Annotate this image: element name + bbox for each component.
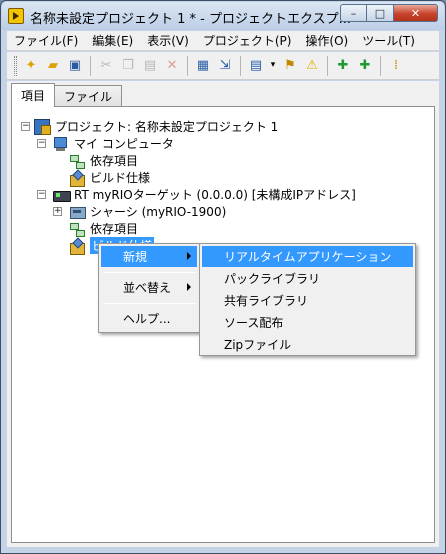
tree-item-rt-target[interactable]: RT myRIOターゲット (0.0.0.0) [未構成IPアドレス] bbox=[53, 186, 356, 203]
tree-item-dependencies[interactable]: 依存項目 bbox=[69, 152, 138, 169]
tree-item-label: マイ コンピュータ bbox=[74, 137, 174, 151]
tree-item-label: 依存項目 bbox=[90, 154, 139, 168]
context-menu-label: 新規 bbox=[123, 250, 148, 264]
close-button[interactable]: ✕ bbox=[394, 4, 438, 22]
minimize-button[interactable]: – bbox=[340, 4, 367, 22]
project-explorer-window: 名称未設定プロジェクト 1 * - プロジェクトエクスプ... – □ ✕ ファ… bbox=[0, 0, 446, 554]
build-specs-icon bbox=[69, 170, 85, 187]
context-menu-new[interactable]: 新規 bbox=[101, 246, 197, 267]
dependencies-icon bbox=[69, 221, 85, 237]
tree-item-label: RT myRIOターゲット (0.0.0.0) [未構成IPアドレス] bbox=[74, 188, 356, 202]
toolbar-grip[interactable] bbox=[14, 55, 17, 76]
tree-item-label: シャーシ (myRIO-1900) bbox=[90, 205, 227, 219]
paste-icon[interactable]: ▤ bbox=[140, 56, 160, 76]
chassis-icon bbox=[69, 204, 86, 220]
menu-edit[interactable]: 編集(E) bbox=[85, 32, 140, 49]
new-submenu: リアルタイムアプリケーション パックライブラリ 共有ライブラリ ソース配布 Zi… bbox=[199, 243, 416, 356]
tree-item-project[interactable]: プロジェクト: 名称未設定プロジェクト 1 bbox=[34, 118, 278, 135]
open-icon[interactable]: ▰ bbox=[43, 56, 63, 76]
menu-bar: ファイル(F) 編集(E) 表示(V) プロジェクト(P) 操作(O) ツール(… bbox=[7, 31, 439, 51]
window-controls: – □ ✕ bbox=[340, 4, 438, 22]
submenu-shared-library[interactable]: 共有ライブラリ bbox=[202, 290, 413, 311]
build-icon[interactable]: ▦ bbox=[193, 56, 213, 76]
warning-icon[interactable]: ⚠ bbox=[302, 56, 322, 76]
copy-icon[interactable]: ❐ bbox=[118, 56, 138, 76]
tree-item-build-specs[interactable]: ビルド仕様 bbox=[69, 169, 151, 187]
tree-item-label: ビルド仕様 bbox=[90, 171, 151, 185]
context-menu-label: 並べ替え bbox=[123, 281, 172, 295]
menu-view[interactable]: 表示(V) bbox=[140, 32, 196, 49]
cut-icon[interactable]: ✂ bbox=[96, 56, 116, 76]
maximize-button[interactable]: □ bbox=[367, 4, 394, 22]
toolbar-separator bbox=[90, 55, 91, 76]
tab-files[interactable]: ファイル bbox=[54, 85, 123, 107]
add-folder-icon[interactable]: ✚ bbox=[355, 56, 375, 76]
context-menu-help[interactable]: ヘルプ... bbox=[101, 308, 197, 329]
submenu-label: Zipファイル bbox=[224, 338, 292, 352]
context-menu-label: ヘルプ... bbox=[123, 312, 171, 326]
tree-item-label: プロジェクト: 名称未設定プロジェクト 1 bbox=[55, 120, 279, 134]
submenu-label: パックライブラリ bbox=[224, 272, 321, 286]
context-menu: 新規 並べ替え ヘルプ... bbox=[98, 243, 200, 333]
toolbar: ✦ ▰ ▣ ✂ ❐ ▤ ✕ ▦ ⇲ ▤ ▾ ⚑ ⚠ ✚ ✚ ⁞ bbox=[7, 52, 439, 80]
menu-file[interactable]: ファイル(F) bbox=[7, 32, 85, 49]
menu-tools[interactable]: ツール(T) bbox=[355, 32, 422, 49]
dropdown-icon[interactable]: ▾ bbox=[268, 56, 278, 76]
submenu-arrow-icon bbox=[187, 252, 191, 260]
build-specs-icon bbox=[69, 238, 85, 255]
menu-separator bbox=[103, 303, 195, 304]
add-icon[interactable]: ✚ bbox=[333, 56, 353, 76]
tree-item-rt-dependencies[interactable]: 依存項目 bbox=[69, 220, 138, 237]
deploy-icon[interactable]: ⇲ bbox=[215, 56, 235, 76]
collapse-toggle[interactable]: − bbox=[21, 122, 30, 131]
collapse-toggle[interactable]: − bbox=[37, 139, 46, 148]
resolve-icon[interactable]: ⚑ bbox=[280, 56, 300, 76]
tree-item-label: 依存項目 bbox=[90, 222, 139, 236]
more-icon[interactable]: ⁞ bbox=[386, 56, 406, 76]
submenu-label: 共有ライブラリ bbox=[224, 294, 309, 308]
project-icon bbox=[34, 118, 51, 135]
save-all-icon[interactable]: ▣ bbox=[65, 56, 85, 76]
tree-item-chassis[interactable]: シャーシ (myRIO-1900) bbox=[69, 203, 226, 220]
menu-operate[interactable]: 操作(O) bbox=[298, 32, 355, 49]
tab-strip: 項目 ファイル bbox=[11, 83, 123, 107]
submenu-packed-library[interactable]: パックライブラリ bbox=[202, 268, 413, 289]
tree-item-my-computer[interactable]: マイ コンピュータ bbox=[53, 135, 174, 152]
toolbar-separator bbox=[187, 55, 188, 76]
submenu-arrow-icon bbox=[187, 283, 191, 291]
menu-separator bbox=[103, 272, 195, 273]
toolbar-separator bbox=[327, 55, 328, 76]
tab-items[interactable]: 項目 bbox=[11, 83, 56, 107]
collapse-toggle[interactable]: − bbox=[37, 190, 46, 199]
submenu-realtime-application[interactable]: リアルタイムアプリケーション bbox=[202, 246, 413, 267]
dependencies-icon bbox=[69, 153, 85, 169]
expand-toggle[interactable]: + bbox=[53, 207, 62, 216]
computer-icon bbox=[53, 136, 69, 152]
context-menu-sort[interactable]: 並べ替え bbox=[101, 277, 197, 298]
submenu-label: ソース配布 bbox=[224, 316, 284, 330]
labview-app-icon bbox=[8, 8, 24, 24]
submenu-zip-file[interactable]: Zipファイル bbox=[202, 334, 413, 355]
toolbar-separator bbox=[240, 55, 241, 76]
submenu-label: リアルタイムアプリケーション bbox=[224, 250, 392, 264]
menu-project[interactable]: プロジェクト(P) bbox=[196, 32, 299, 49]
new-icon[interactable]: ✦ bbox=[21, 56, 41, 76]
toolbar-separator bbox=[380, 55, 381, 76]
rt-target-icon bbox=[53, 187, 71, 203]
view-icon[interactable]: ▤ bbox=[246, 56, 266, 76]
delete-icon[interactable]: ✕ bbox=[162, 56, 182, 76]
window-title: 名称未設定プロジェクト 1 * - プロジェクトエクスプ... bbox=[30, 12, 351, 27]
submenu-source-distribution[interactable]: ソース配布 bbox=[202, 312, 413, 333]
title-bar[interactable]: 名称未設定プロジェクト 1 * - プロジェクトエクスプ... – □ ✕ bbox=[2, 2, 444, 30]
